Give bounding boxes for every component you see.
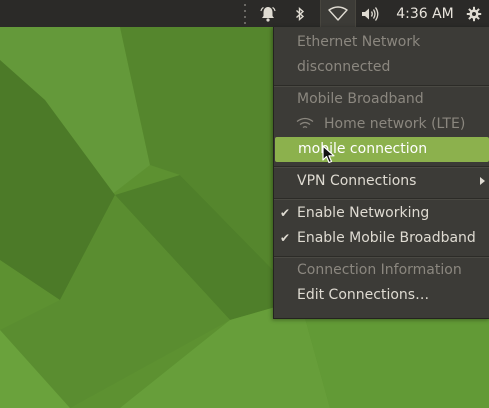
bluetooth-icon[interactable]	[290, 0, 310, 27]
menu-label: disconnected	[297, 59, 391, 75]
gear-icon[interactable]	[463, 0, 485, 27]
menu-label: Home network (LTE)	[324, 116, 466, 132]
menu-label: Ethernet Network	[297, 34, 421, 50]
menu-item-mobile-header: Mobile Broadband	[274, 87, 489, 112]
checkmark-icon: ✔	[280, 206, 291, 220]
notification-bell-icon[interactable]	[256, 0, 280, 27]
menu-label: Edit Connections…	[297, 287, 430, 303]
panel-grip-icon	[242, 0, 248, 27]
top-panel: 4:36 AM	[0, 0, 489, 27]
submenu-arrow-icon	[480, 177, 485, 185]
menu-item-vpn-connections[interactable]: VPN Connections	[274, 169, 489, 194]
menu-item-home-network[interactable]: Home network (LTE)	[274, 112, 489, 137]
mouse-cursor-icon	[322, 145, 335, 164]
menu-item-enable-networking[interactable]: ✔ Enable Networking	[274, 201, 489, 226]
menu-label: VPN Connections	[297, 173, 417, 189]
menu-label: Mobile Broadband	[297, 91, 424, 107]
panel-clock[interactable]: 4:36 AM	[391, 0, 459, 27]
menu-label: Enable Mobile Broadband	[297, 230, 476, 246]
network-menu: Ethernet Network disconnected Mobile Bro…	[273, 27, 489, 319]
menu-item-connection-information: Connection Information	[274, 258, 489, 283]
menu-label: mobile connection	[298, 141, 428, 157]
menu-label: Connection Information	[297, 262, 462, 278]
menu-item-ethernet-status: disconnected	[274, 55, 489, 80]
menu-label: Enable Networking	[297, 205, 430, 221]
volume-icon[interactable]	[357, 0, 383, 27]
menu-item-edit-connections[interactable]: Edit Connections…	[274, 283, 489, 308]
menu-item-mobile-connection[interactable]: mobile connection	[275, 137, 489, 162]
desktop: 4:36 AM Ethernet Network disconnected Mo…	[0, 0, 489, 408]
menu-item-enable-mobile-broadband[interactable]: ✔ Enable Mobile Broadband	[274, 226, 489, 251]
wifi-signal-icon	[296, 117, 314, 129]
wifi-icon[interactable]	[320, 0, 356, 27]
menu-separator	[274, 198, 489, 200]
menu-item-ethernet-header: Ethernet Network	[274, 30, 489, 55]
menu-separator	[274, 166, 489, 168]
checkmark-icon: ✔	[280, 231, 291, 245]
